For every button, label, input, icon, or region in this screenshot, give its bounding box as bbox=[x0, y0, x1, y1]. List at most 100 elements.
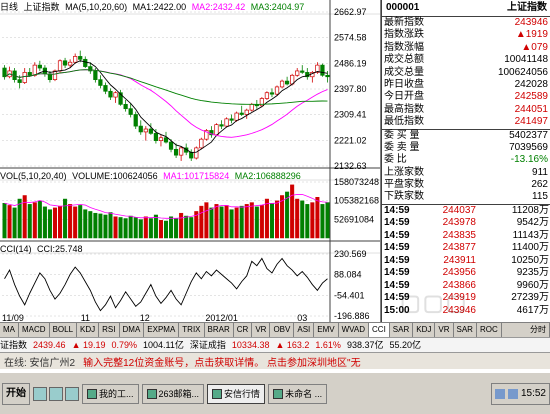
browser-icon[interactable] bbox=[49, 386, 63, 401]
tab-asi[interactable]: ASI bbox=[294, 323, 315, 337]
tick-time: 14:59 bbox=[384, 229, 410, 241]
tab-sar[interactable]: SAR bbox=[390, 323, 414, 337]
ticker-change: ▲ 19.19 bbox=[71, 340, 106, 350]
tick-price: 243911 bbox=[443, 254, 476, 266]
network-icon[interactable] bbox=[494, 388, 505, 399]
quote-value: ▲1919 bbox=[515, 29, 548, 41]
quote-value: 911 bbox=[532, 166, 548, 178]
tab-vr[interactable]: VR bbox=[252, 323, 271, 337]
volume-bar bbox=[209, 207, 214, 239]
volume-bar bbox=[47, 209, 52, 239]
chart-area[interactable]: 2662.97 2574.58 2486.19 2397.80 2309.41 2221.… bbox=[0, 0, 381, 322]
tick-price: 243877 bbox=[442, 242, 476, 254]
cci-value: CCI:25.748 bbox=[37, 244, 83, 254]
volume-bar bbox=[103, 214, 108, 239]
price-y-tick: 2309.41 bbox=[334, 110, 367, 120]
tab-macd[interactable]: MACD bbox=[19, 323, 50, 337]
candle-body bbox=[325, 74, 330, 78]
tab-boll[interactable]: BOLL bbox=[50, 323, 78, 337]
volume-bar bbox=[239, 205, 244, 239]
windows-taskbar: 开始 我的工... 263邮箱... 安信行情 未命名 ... 15:52 bbox=[0, 371, 550, 414]
candle-body bbox=[83, 58, 88, 67]
tab-cr[interactable]: CR bbox=[234, 323, 253, 337]
volume-bar bbox=[229, 209, 234, 239]
tick-volume: 9542万 bbox=[516, 217, 549, 229]
ticker-price: 2439.46 bbox=[33, 340, 66, 350]
taskbar-button[interactable]: 安信行情 bbox=[207, 383, 266, 404]
tab-brar[interactable]: BRAR bbox=[205, 323, 234, 337]
volume-bar bbox=[325, 202, 330, 239]
volume-bar bbox=[244, 204, 249, 239]
candle-body bbox=[295, 70, 300, 76]
quote-label: 平盘家数 bbox=[384, 179, 424, 191]
volume-bar bbox=[133, 217, 138, 239]
quote-value: -13.16% bbox=[510, 154, 548, 166]
order-book-row: 下跌家数 115 bbox=[382, 191, 550, 203]
index-name: 上证指数 bbox=[23, 2, 60, 12]
volume-bar bbox=[254, 206, 259, 239]
tab-roc[interactable]: ROC bbox=[477, 323, 502, 337]
volume-bar bbox=[199, 205, 204, 239]
cci-params: CCI(14) bbox=[0, 244, 32, 254]
volume-bar bbox=[264, 198, 269, 239]
volume-bar bbox=[315, 197, 320, 239]
tab-sar[interactable]: SAR bbox=[454, 323, 477, 337]
cci-header: CCI(14) CCI:25.748 bbox=[0, 243, 86, 255]
tab-rsi[interactable]: RSI bbox=[99, 323, 120, 337]
quote-label: 下跌家数 bbox=[384, 191, 424, 203]
volume-icon[interactable] bbox=[507, 388, 518, 399]
order-book-row: 上涨家数 911 bbox=[382, 167, 550, 179]
tab-kdj[interactable]: KDJ bbox=[77, 323, 100, 337]
price-header: 日线 上证指数 MA(5,10,20,60) MA1:2422.00 MA2:2… bbox=[0, 1, 307, 13]
candle-body bbox=[234, 112, 239, 121]
connection-status: 在线: 安信广州2 bbox=[4, 357, 76, 369]
taskbar-button[interactable]: 我的工... bbox=[82, 383, 139, 404]
tick-row: 14:59 244037 11208万 bbox=[382, 205, 550, 218]
tab-dma[interactable]: DMA bbox=[120, 323, 145, 337]
candle-body bbox=[239, 112, 244, 115]
candle-body bbox=[224, 118, 229, 127]
tab-intraday[interactable]: 分时 bbox=[527, 323, 550, 337]
chart-canvas[interactable]: 2662.97 2574.58 2486.19 2397.80 2309.41 2221.… bbox=[0, 0, 380, 322]
volume-bar bbox=[295, 198, 300, 239]
volume-bar bbox=[37, 200, 42, 239]
volume-bar bbox=[73, 206, 78, 239]
candle-body bbox=[320, 64, 325, 76]
tab-ma[interactable]: MA bbox=[0, 323, 19, 337]
tab-trix[interactable]: TRIX bbox=[179, 323, 205, 337]
tab-emv[interactable]: EMV bbox=[314, 323, 339, 337]
tab-wvad[interactable]: WVAD bbox=[339, 323, 370, 337]
tab-kdj[interactable]: KDJ bbox=[413, 323, 436, 337]
tick-price: 244037 bbox=[442, 204, 476, 216]
candle-body bbox=[78, 56, 83, 60]
indicator-tabs: MA MACD BOLL KDJ RSI DMA EXPMA TRIX BRAR CR VR OBV A… bbox=[0, 322, 550, 337]
candle-body bbox=[168, 141, 174, 150]
media-icon[interactable] bbox=[65, 386, 79, 401]
tab-expma[interactable]: EXPMA bbox=[144, 323, 180, 337]
tick-row: 14:59 243978 9542万 bbox=[382, 217, 550, 230]
candle-body bbox=[62, 60, 68, 66]
volume-bar bbox=[63, 198, 68, 239]
tab-cci[interactable]: CCI bbox=[369, 323, 390, 337]
volume-bar bbox=[78, 205, 83, 239]
quote-value: 242028 bbox=[514, 78, 548, 90]
tab-obv[interactable]: OBV bbox=[270, 323, 295, 337]
candle-body bbox=[158, 137, 164, 141]
tab-vr[interactable]: VR bbox=[435, 323, 454, 337]
price-y-tick: 2397.80 bbox=[334, 84, 367, 94]
start-button[interactable]: 开始 bbox=[2, 382, 30, 405]
tick-row: 14:59 243911 10250万 bbox=[382, 255, 550, 268]
volume-bar bbox=[274, 200, 280, 239]
taskbar-button[interactable]: 263邮箱... bbox=[141, 383, 205, 404]
taskbar-button[interactable]: 未命名 ... bbox=[268, 383, 328, 404]
candle-body bbox=[113, 92, 118, 98]
volume-bar bbox=[305, 204, 310, 239]
candle-body bbox=[133, 114, 138, 127]
order-book-row: 委 买 量 5402377 bbox=[382, 130, 550, 142]
cci-y-tick: 230.569 bbox=[334, 249, 367, 259]
desktop-icon[interactable] bbox=[33, 386, 47, 401]
tick-volume: 10250万 bbox=[511, 254, 549, 266]
ticker-amount: 1004.11亿 bbox=[143, 340, 184, 350]
candle-body bbox=[189, 151, 194, 159]
marquee-message[interactable]: 输入完整12位资金账号，点击获取详情。 点击参加深圳地区"无 bbox=[83, 354, 360, 369]
